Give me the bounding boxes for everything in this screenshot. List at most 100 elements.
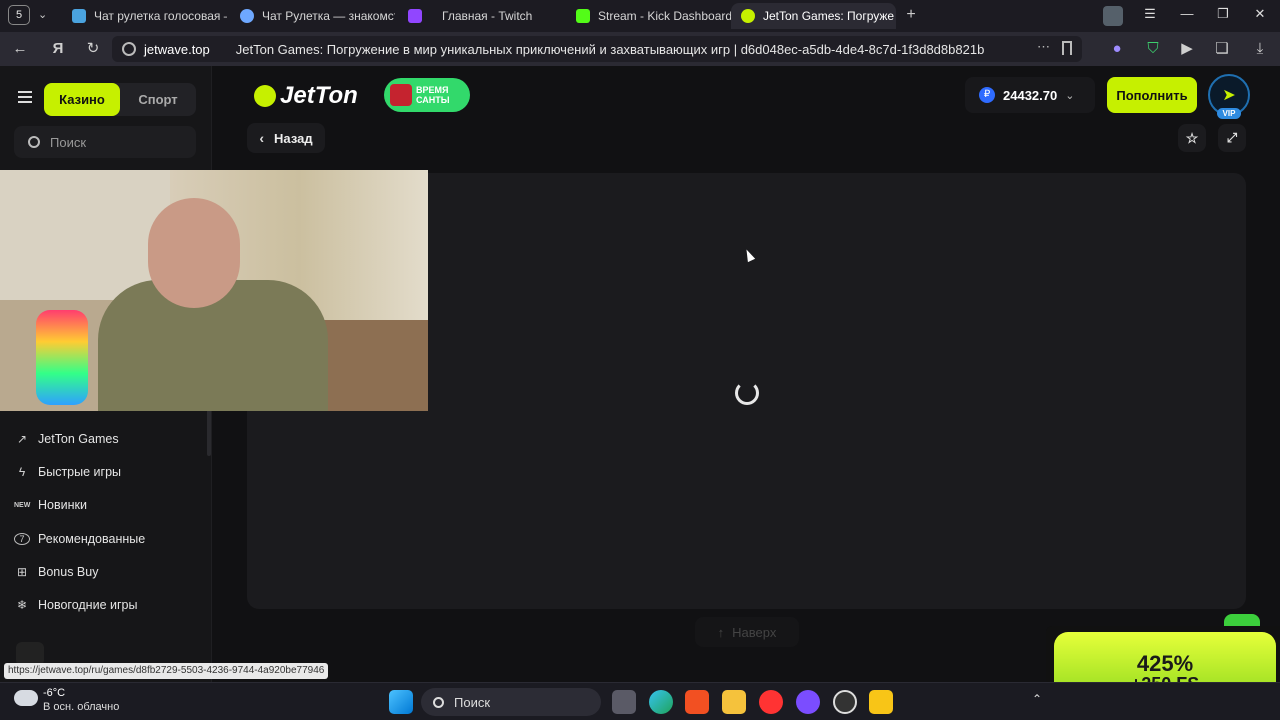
tab-label: Чат рулетка голосовая — xyxy=(94,9,227,23)
gift-icon xyxy=(390,84,412,106)
tabs-menu-icon[interactable]: ⌄ xyxy=(38,8,47,21)
gift-icon: ⊞ xyxy=(16,565,28,579)
tab-label: JetTon Games: Погруже xyxy=(763,9,895,23)
search-input[interactable]: Поиск xyxy=(14,126,196,158)
ruble-icon: ₽ xyxy=(979,87,995,103)
tab-sport[interactable]: Спорт xyxy=(120,83,196,116)
scroll-top-label: Наверх xyxy=(732,624,777,640)
sidebar-item-jetton-games[interactable]: ↗ JetTon Games xyxy=(14,427,119,451)
address-bar-row: ← Я ↻ jetwave.top JetTon Games: Погружен… xyxy=(0,32,1280,66)
arrow-icon: ↗ xyxy=(16,432,28,446)
yandex-icon[interactable]: Я xyxy=(48,39,68,59)
deposit-button[interactable]: Пополнить xyxy=(1107,77,1197,113)
twitch-icon xyxy=(408,9,422,23)
expand-icon: ⤢ xyxy=(1226,130,1238,145)
sidebar-item-recommended[interactable]: 7 Рекомендованные xyxy=(14,527,145,551)
back-label: Назад xyxy=(274,130,313,146)
url-host: jetwave.top xyxy=(144,41,210,57)
tab-counter[interactable]: 5 xyxy=(8,5,30,25)
download-icon[interactable]: ⤓ xyxy=(1250,39,1270,59)
browser-tab[interactable]: Чат рулетка голосовая — xyxy=(62,3,227,29)
weather-temp[interactable]: -6°C xyxy=(43,687,65,699)
reload-icon[interactable]: ↻ xyxy=(83,39,103,59)
more-icon[interactable]: ⋯ xyxy=(1037,39,1050,55)
weather-cloud-icon xyxy=(14,690,38,706)
tab-casino[interactable]: Казино xyxy=(44,83,120,116)
sidebar-item-label: Рекомендованные xyxy=(38,532,146,546)
file-explorer-icon[interactable] xyxy=(722,690,746,714)
sidebar-item-label: Новинки xyxy=(38,498,87,512)
yandex-browser-icon[interactable] xyxy=(759,690,783,714)
new-tab-button[interactable]: + xyxy=(902,6,920,24)
shield-icon[interactable]: ⛉ xyxy=(1143,39,1163,59)
sidebar-item-label: Быстрые игры xyxy=(38,465,122,479)
logo-text: JetTon xyxy=(280,82,358,109)
sidebar-item-bonus-buy[interactable]: ⊞ Bonus Buy xyxy=(14,560,99,584)
task-view-icon[interactable] xyxy=(612,690,636,714)
tab-favicon-icon xyxy=(72,9,86,23)
browser-menu-icon[interactable]: ☰ xyxy=(1135,6,1165,22)
browser-tab-active[interactable]: JetTon Games: Погруже ✕ xyxy=(731,3,896,29)
bookmark-icon[interactable] xyxy=(1062,41,1072,55)
hamburger-menu-icon[interactable] xyxy=(18,91,32,103)
search-icon xyxy=(433,696,444,708)
alice-icon[interactable] xyxy=(796,690,820,714)
restore-icon[interactable]: ❐ xyxy=(1208,6,1238,22)
fullscreen-button[interactable]: ⤢ xyxy=(1218,124,1246,152)
site-info-icon[interactable] xyxy=(122,42,136,56)
minimize-icon[interactable]: — xyxy=(1172,6,1202,21)
logo-mark-icon xyxy=(254,85,276,107)
status-url: https://jetwave.top/ru/games/d8fb2729-55… xyxy=(4,663,329,679)
address-field[interactable]: jetwave.top JetTon Games: Погружение в м… xyxy=(112,36,1082,62)
new-icon: NEW xyxy=(14,501,31,509)
favorite-button[interactable]: ☆ xyxy=(1178,124,1206,152)
snowflake-icon: ❄ xyxy=(16,598,28,612)
obs-icon[interactable] xyxy=(833,690,857,714)
browser-tab[interactable]: Stream - Kick Dashboard xyxy=(566,3,731,29)
windows-taskbar: -6°C В осн. облачно Поиск ⌃ xyxy=(0,682,1280,720)
browser-tab[interactable]: Главная - Twitch xyxy=(398,3,563,29)
jetton-logo[interactable]: JetTon xyxy=(254,82,364,110)
search-placeholder: Поиск xyxy=(50,134,87,150)
browser-tab[interactable]: Чат Рулетка — знакомств xyxy=(230,3,395,29)
rgb-microphone xyxy=(36,310,88,405)
weather-desc[interactable]: В осн. облачно xyxy=(43,701,119,713)
taskbar-search[interactable]: Поиск xyxy=(421,688,601,716)
windows-start-icon[interactable] xyxy=(389,690,413,714)
window-close-icon[interactable]: ✕ xyxy=(1245,6,1275,22)
sidebar-item-new-year[interactable]: ❄ Новогодние игры xyxy=(14,593,138,617)
store-icon[interactable] xyxy=(685,690,709,714)
balance-amount: 24432.70 xyxy=(1003,87,1058,103)
balance-pill[interactable]: ₽ 24432.70 ⌄ xyxy=(965,77,1095,113)
seven-icon: 7 xyxy=(14,533,30,545)
gamepad-icon[interactable]: ● xyxy=(1107,39,1127,59)
scroll-top-button[interactable]: ↑ Наверх xyxy=(695,617,799,647)
collections-icon[interactable]: ❏ xyxy=(1212,39,1232,59)
profile-avatar-icon[interactable] xyxy=(1103,6,1123,26)
sidebar-item-new[interactable]: NEW Новинки xyxy=(14,493,87,517)
tray-chevron-up-icon[interactable]: ⌃ xyxy=(1032,692,1042,706)
chevron-down-icon: ⌄ xyxy=(1065,89,1075,102)
jetton-favicon-icon xyxy=(741,9,755,23)
edge-icon[interactable] xyxy=(649,690,673,714)
sidebar-item-label: Новогодние игры xyxy=(38,598,138,612)
back-icon[interactable]: ← xyxy=(10,39,30,59)
santa-time-badge[interactable]: ВРЕМЯ САНТЫ xyxy=(384,78,470,112)
tab-label: Главная - Twitch xyxy=(442,9,533,23)
vip-badge: VIP xyxy=(1217,108,1241,119)
webcam-overlay xyxy=(0,170,428,411)
promo-line1: 425% xyxy=(1136,651,1194,676)
sidebar-item-label: JetTon Games xyxy=(38,432,119,446)
back-button[interactable]: ‹ Назад xyxy=(247,123,325,153)
search-icon xyxy=(28,136,40,148)
arrow-up-icon: ↑ xyxy=(717,624,725,640)
plane-icon: ➤ xyxy=(1222,87,1236,104)
tab-favicon-icon xyxy=(240,9,254,23)
app-sun-icon[interactable] xyxy=(869,690,893,714)
play-icon[interactable]: ▶ xyxy=(1177,39,1197,59)
loading-spinner-icon xyxy=(735,381,759,405)
kick-icon xyxy=(576,9,590,23)
url-page-title: JetTon Games: Погружение в мир уникальны… xyxy=(235,41,985,57)
person-head xyxy=(148,198,240,308)
sidebar-item-fast-games[interactable]: ϟ Быстрые игры xyxy=(14,460,121,484)
